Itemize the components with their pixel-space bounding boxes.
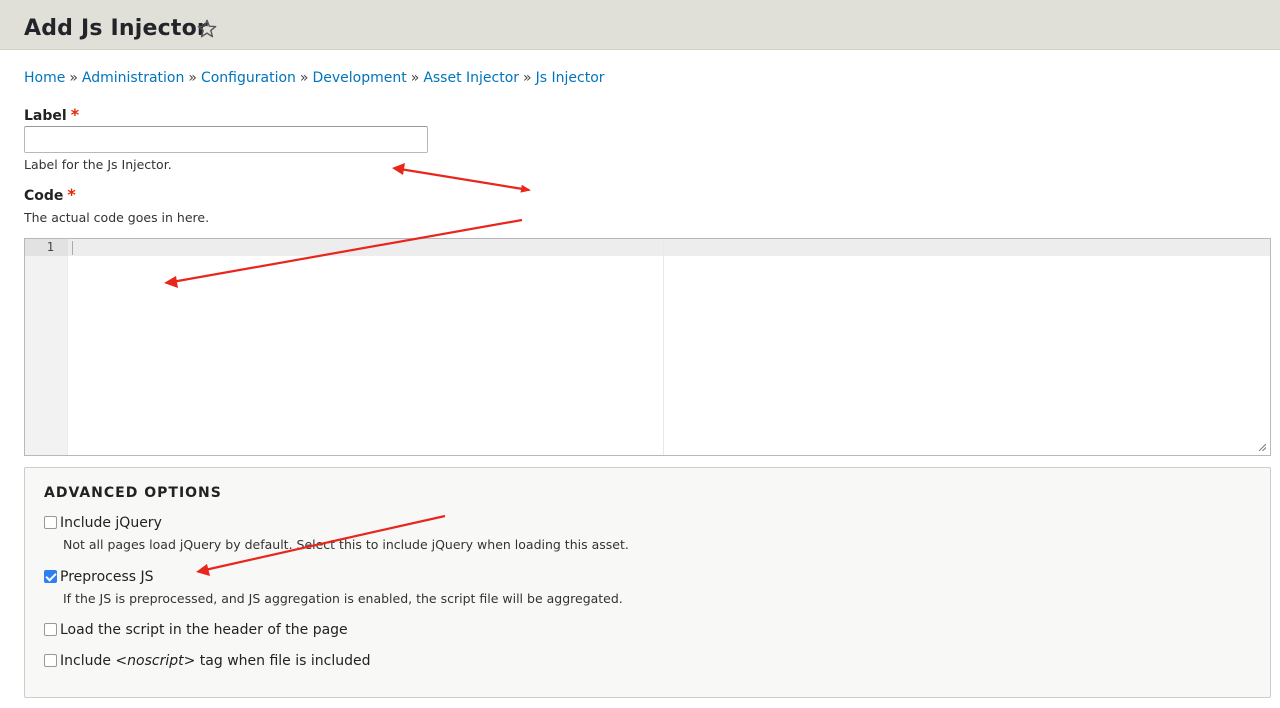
required-marker: * — [70, 105, 80, 124]
noscript-option[interactable]: Include <noscript> tag when file is incl… — [44, 652, 370, 670]
breadcrumb-separator: » — [523, 70, 532, 86]
breadcrumb-separator: » — [69, 70, 78, 86]
code-editor[interactable]: 1 — [24, 238, 1271, 456]
page-title: Add Js Injector — [24, 16, 208, 41]
noscript-checkbox[interactable] — [44, 653, 57, 667]
required-marker: * — [67, 185, 76, 204]
print-margin — [663, 239, 664, 455]
code-field-description: The actual code goes in here. — [24, 210, 210, 225]
include-jquery-checkbox[interactable] — [44, 515, 57, 529]
breadcrumb-development[interactable]: Development — [312, 70, 406, 86]
preprocess-js-label: Preprocess JS — [60, 569, 154, 585]
label-field-label-text: Label — [24, 108, 67, 124]
include-jquery-label: Include jQuery — [60, 515, 162, 531]
breadcrumb-js-injector[interactable]: Js Injector — [536, 70, 605, 86]
resize-grip-icon[interactable] — [1258, 443, 1266, 451]
text-cursor — [72, 241, 73, 255]
breadcrumb: Home» Administration» Configuration» Develo… — [24, 69, 605, 87]
label-field-label: Label * — [24, 106, 79, 125]
header-script-label: Load the script in the header of the pag… — [60, 622, 348, 638]
label-field-description: Label for the Js Injector. — [24, 157, 172, 172]
breadcrumb-administration[interactable]: Administration — [82, 70, 184, 86]
code-editor-gutter — [25, 239, 68, 455]
breadcrumb-separator: » — [410, 70, 420, 86]
breadcrumb-asset-injector[interactable]: Asset Injector — [423, 70, 519, 86]
include-jquery-description: Not all pages load jQuery by default. Se… — [63, 537, 629, 552]
annotation-arrow — [399, 167, 531, 193]
breadcrumb-home[interactable]: Home — [24, 70, 65, 86]
breadcrumb-separator: » — [299, 70, 309, 86]
page-header: Add Js Injector — [0, 0, 1280, 50]
code-field-label-text: Code — [24, 188, 64, 204]
advanced-options-fieldset: ADVANCED OPTIONS Include jQuery Not all … — [24, 467, 1271, 698]
header-script-checkbox[interactable] — [44, 622, 57, 636]
noscript-label-before: Include — [60, 653, 116, 669]
header-script-option[interactable]: Load the script in the header of the pag… — [44, 621, 348, 639]
breadcrumb-separator: » — [188, 70, 197, 86]
preprocess-js-option[interactable]: Preprocess JS — [44, 568, 154, 586]
include-jquery-option[interactable]: Include jQuery — [44, 514, 162, 532]
active-line-highlight — [68, 239, 1270, 256]
noscript-label-tag: <noscript> — [115, 653, 196, 669]
advanced-options-legend: ADVANCED OPTIONS — [44, 485, 222, 501]
breadcrumb-configuration[interactable]: Configuration — [201, 70, 296, 86]
preprocess-js-description: If the JS is preprocessed, and JS aggreg… — [63, 591, 623, 606]
label-input[interactable] — [24, 126, 428, 153]
preprocess-js-checkbox[interactable] — [44, 569, 57, 583]
code-field-label: Code * — [24, 186, 76, 205]
annotation-arrowhead — [392, 163, 405, 175]
noscript-label-after: tag when file is included — [195, 653, 371, 669]
line-number: 1 — [25, 239, 68, 256]
star-outline-icon[interactable] — [196, 18, 218, 40]
